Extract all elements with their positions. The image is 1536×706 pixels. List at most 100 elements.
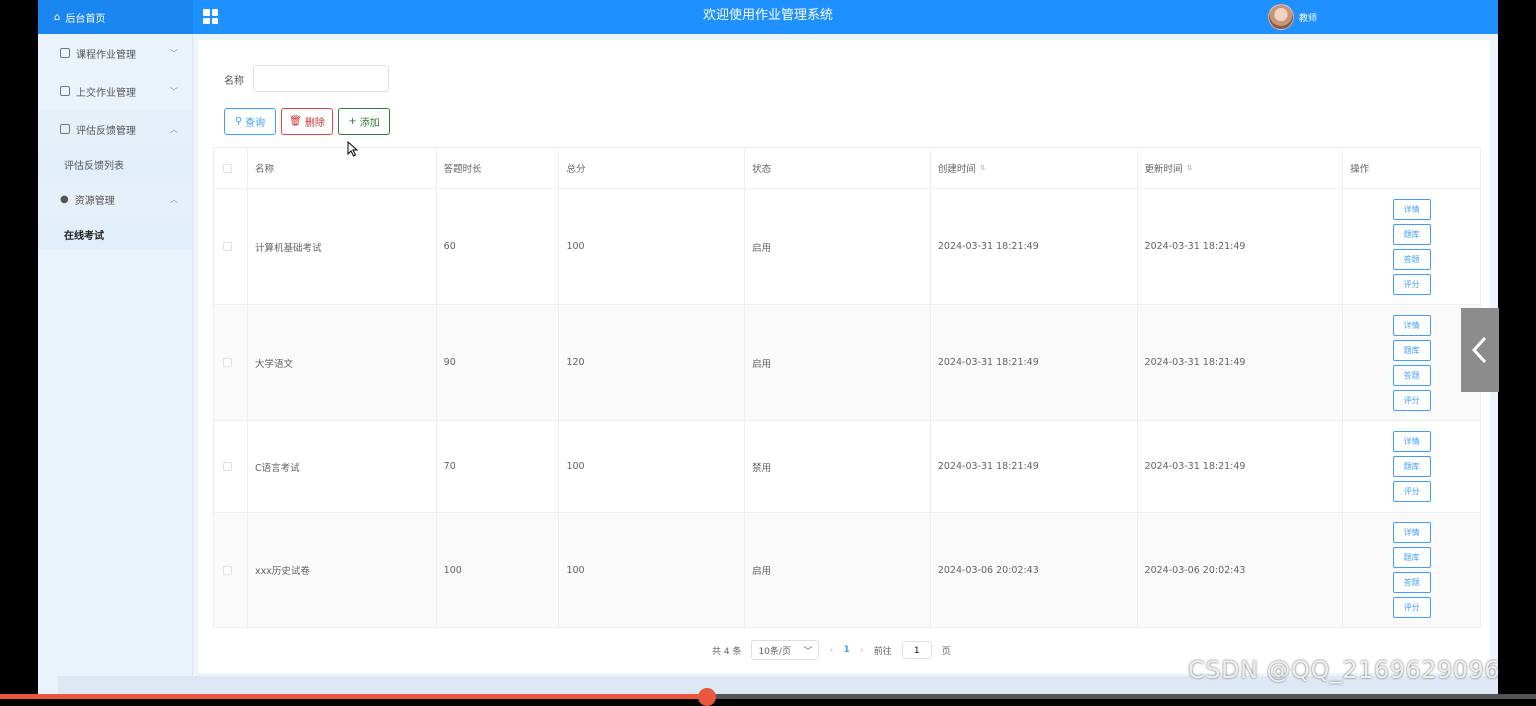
table-row: xxx历史试卷 100 100 启用 2024-03-06 20:02:43 2… [214,513,1480,627]
answer-button[interactable]: 答题 [1392,364,1431,386]
video-progress-played [0,694,708,699]
detail-button[interactable]: 详情 [1392,198,1431,220]
name-search-input[interactable] [253,65,389,92]
chevron-up-icon: ︿ [170,194,178,204]
home-label: 后台首页 [65,13,106,25]
row-checkbox[interactable] [223,358,232,367]
cell-actions: 详情 题库 答题 评分 [1343,189,1480,304]
column-header-status: 状态 [745,148,931,188]
sidebar-item-label: 资源管理 [74,195,115,207]
cell-status: 禁用 [745,421,931,512]
row-select-cell [214,189,248,304]
column-header-name: 名称 [248,148,437,188]
select-all-checkbox[interactable] [223,163,232,173]
video-progress-bar[interactable] [0,688,1536,706]
sort-icon[interactable]: ⇅ [980,164,986,172]
sidebar-item-resources[interactable]: ● 资源管理 ︿ [38,180,192,218]
location-pin-icon: ● [60,193,69,205]
cell-updated: 2024-03-31 18:21:49 [1138,421,1344,512]
document-icon [60,86,70,96]
chevron-down-icon: ﹀ [803,646,813,657]
grade-button[interactable]: 评分 [1392,481,1431,502]
chevron-down-icon: ﹀ [170,48,178,58]
cell-name: 大学语文 [248,305,437,420]
question-bank-button[interactable]: 题库 [1392,547,1431,568]
question-bank-button[interactable]: 题库 [1392,339,1431,361]
row-checkbox[interactable] [223,242,232,251]
detail-button[interactable]: 详情 [1392,314,1431,336]
cell-actions: 详情 题库 答题 评分 [1343,305,1480,420]
document-icon [60,48,70,58]
home-icon: ⌂ [54,11,61,23]
goto-label: 前往 [873,646,892,657]
cell-score: 120 [559,305,746,420]
row-checkbox[interactable] [223,565,232,575]
page-size-value: 10条/页 [758,646,791,657]
column-header-updated-label: 更新时间 [1144,164,1183,175]
sort-icon[interactable]: ⇅ [1187,164,1193,172]
pagination: 共 4 条 10条/页 ﹀ ‹ 1 › 前往 页 [712,640,951,660]
sidebar-item-feedback-list[interactable]: 评估反馈列表 [38,148,192,180]
sidebar-item-label: 评估反馈管理 [76,125,136,137]
cell-actions: 详情 题库 答题 评分 [1343,513,1480,627]
cell-created: 2024-03-31 18:21:49 [931,421,1138,512]
document-icon [60,124,70,134]
page-size-select[interactable]: 10条/页 ﹀ [751,640,820,660]
delete-button[interactable]: 🗑 删除 [281,108,333,135]
grade-button[interactable]: 评分 [1392,389,1431,411]
sidebar-item-feedback[interactable]: 评估反馈管理 ︿ [38,110,192,148]
chevron-left-icon [1471,336,1487,364]
cell-updated: 2024-03-31 18:21:49 [1138,189,1344,304]
column-header-created[interactable]: 创建时间 ⇅ [931,148,1138,188]
goto-page-input[interactable] [901,641,932,659]
cell-updated: 2024-03-31 18:21:49 [1138,305,1344,420]
sidebar-item-submitted-homework[interactable]: 上交作业管理 ﹀ [38,72,192,110]
column-header-duration: 答题时长 [437,148,560,188]
detail-button[interactable]: 详情 [1392,431,1431,452]
row-select-cell [214,305,248,420]
cell-duration: 60 [437,189,560,304]
question-bank-button[interactable]: 题库 [1392,456,1431,477]
plus-icon: + [348,116,357,127]
cell-updated: 2024-03-06 20:02:43 [1138,513,1344,627]
delete-button-label: 删除 [304,118,325,129]
row-checkbox[interactable] [223,462,232,471]
exam-table: 名称 答题时长 总分 状态 创建时间 ⇅ 更新时间 ⇅ 操作 计算机基础考试 60 … [213,147,1481,628]
home-link[interactable]: ⌂ 后台首页 [38,0,193,34]
video-progress-handle[interactable] [698,688,716,706]
chevron-down-icon: ﹀ [170,86,178,96]
row-select-cell [214,421,248,512]
question-bank-button[interactable]: 题库 [1392,223,1431,245]
column-header-updated[interactable]: 更新时间 ⇅ [1138,148,1344,188]
column-header-score: 总分 [559,148,746,188]
page-suffix: 页 [941,646,951,657]
app-window: ⌂ 后台首页 欢迎使用作业管理系统 教师 课程作业管理 ﹀ 上交作业管理 ﹀ 评… [38,0,1498,699]
answer-button[interactable]: 答题 [1392,248,1431,270]
row-select-cell [214,513,248,627]
sidebar: 课程作业管理 ﹀ 上交作业管理 ﹀ 评估反馈管理 ︿ 评估反馈列表 ● 资源管理… [38,34,193,699]
grade-button[interactable]: 评分 [1392,273,1431,295]
table-row: 大学语文 90 120 启用 2024-03-31 18:21:49 2024-… [214,305,1480,421]
current-page[interactable]: 1 [843,645,849,655]
next-page-icon[interactable]: › [860,645,864,656]
grade-button[interactable]: 评分 [1392,597,1431,618]
cell-created: 2024-03-31 18:21:49 [931,189,1138,304]
cell-created: 2024-03-06 20:02:43 [931,513,1138,627]
cell-duration: 100 [437,513,560,627]
user-menu[interactable]: 教师 [1268,3,1317,31]
answer-button[interactable]: 答题 [1392,572,1431,593]
sidebar-item-label: 上交作业管理 [76,87,136,99]
detail-button[interactable]: 详情 [1392,522,1431,543]
collapse-panel-button[interactable] [1461,308,1499,392]
cell-name: C语言考试 [248,421,437,512]
cell-duration: 90 [437,305,560,420]
sidebar-item-online-exam[interactable]: 在线考试 [38,218,192,250]
query-button[interactable]: ⚲ 查询 [224,108,276,135]
sidebar-item-course-homework[interactable]: 课程作业管理 ﹀ [38,34,192,72]
cell-created: 2024-03-31 18:21:49 [931,305,1138,420]
cell-duration: 70 [437,421,560,512]
cell-actions: 详情 题库 评分 [1343,421,1480,512]
apps-grid-icon[interactable] [203,9,218,24]
add-button[interactable]: + 添加 [338,108,390,135]
prev-page-icon[interactable]: ‹ [829,645,833,656]
